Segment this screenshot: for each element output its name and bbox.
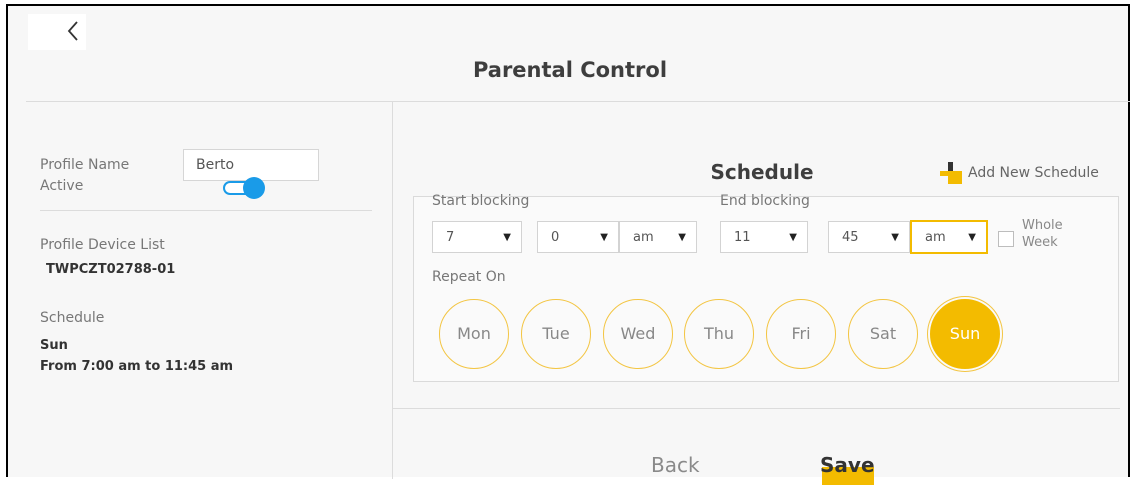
- dropdown-arrow-icon: ▼: [503, 232, 511, 243]
- schedule-summary-day: Sun: [40, 338, 68, 353]
- whole-week-label: Whole Week: [1022, 218, 1063, 250]
- schedule-summary-time: From 7:00 am to 11:45 am: [40, 359, 234, 374]
- add-new-schedule-button[interactable]: Add New Schedule: [940, 161, 1099, 185]
- day-toggle-sat[interactable]: Sat: [848, 299, 918, 369]
- back-button[interactable]: Back: [651, 453, 700, 477]
- end-hour-select[interactable]: 11 ▼: [720, 221, 808, 253]
- divider: [392, 102, 393, 479]
- day-toggle-wed[interactable]: Wed: [603, 299, 673, 369]
- start-minute-select[interactable]: 0 ▼: [537, 221, 619, 253]
- active-toggle[interactable]: [223, 177, 265, 199]
- dropdown-arrow-icon: ▼: [678, 232, 686, 243]
- profile-name-label: Profile Name: [40, 157, 130, 173]
- whole-week-checkbox[interactable]: [998, 231, 1014, 247]
- start-hour-select[interactable]: 7 ▼: [432, 221, 522, 253]
- day-toggle-sun[interactable]: Sun: [930, 299, 1000, 369]
- save-button[interactable]: Save: [820, 453, 875, 485]
- start-blocking-label: Start blocking: [432, 193, 530, 209]
- schedule-summary-label: Schedule: [40, 310, 105, 326]
- device-name: TWPCZT02788-01: [46, 262, 176, 277]
- page-title: Parental Control: [472, 58, 668, 82]
- end-ampm-select[interactable]: am ▼: [910, 220, 988, 254]
- divider: [26, 101, 1130, 102]
- toggle-knob: [243, 177, 265, 199]
- dropdown-arrow-icon: ▼: [891, 232, 899, 243]
- end-blocking-label: End blocking: [720, 193, 810, 209]
- day-toggle-mon[interactable]: Mon: [439, 299, 509, 369]
- repeat-on-label: Repeat On: [432, 269, 506, 285]
- schedule-editor-panel: Start blocking End blocking 7 ▼ 0 ▼ am ▼ 11…: [413, 193, 1119, 382]
- profile-device-list-label: Profile Device List: [40, 237, 165, 253]
- divider: [392, 408, 1120, 409]
- day-toggle-fri[interactable]: Fri: [766, 299, 836, 369]
- parental-control-window: Parental Control Profile Name Berto Acti…: [6, 4, 1130, 485]
- add-new-schedule-label: Add New Schedule: [968, 165, 1099, 181]
- plus-icon: [940, 162, 962, 184]
- day-toggle-tue[interactable]: Tue: [521, 299, 591, 369]
- back-arrow-button[interactable]: [28, 14, 86, 50]
- active-label: Active: [40, 178, 84, 194]
- chevron-left-icon: [67, 21, 78, 41]
- dropdown-arrow-icon: ▼: [600, 232, 608, 243]
- dropdown-arrow-icon: ▼: [968, 232, 976, 243]
- day-toggle-thu[interactable]: Thu: [684, 299, 754, 369]
- start-ampm-select[interactable]: am ▼: [619, 221, 697, 253]
- dropdown-arrow-icon: ▼: [789, 232, 797, 243]
- end-minute-select[interactable]: 45 ▼: [828, 221, 910, 253]
- divider: [40, 210, 372, 211]
